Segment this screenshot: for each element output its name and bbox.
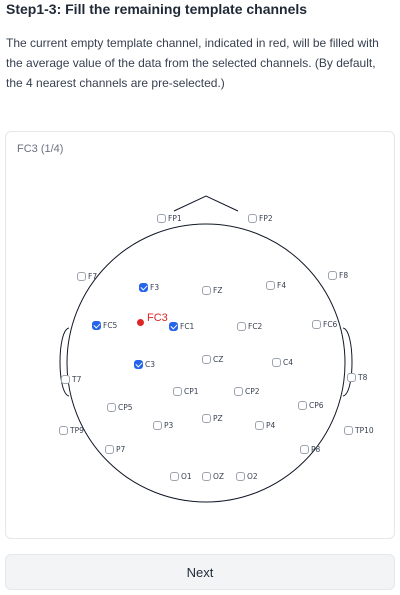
channel-label-o1: O1 bbox=[181, 472, 192, 481]
channel-label-t8: T8 bbox=[358, 373, 368, 382]
channel-checkbox-cp1[interactable] bbox=[173, 387, 182, 396]
channel-label-cp1: CP1 bbox=[184, 387, 199, 396]
channel-label-cp2: CP2 bbox=[245, 387, 260, 396]
channel-checkbox-f8[interactable] bbox=[328, 271, 337, 280]
channel-checkbox-c3[interactable] bbox=[134, 360, 143, 369]
channel-checkbox-fz[interactable] bbox=[202, 286, 211, 295]
channel-label-f4: F4 bbox=[277, 281, 287, 290]
channel-label-p7: P7 bbox=[116, 445, 126, 454]
channel-checkbox-tp10[interactable] bbox=[344, 426, 353, 435]
channel-label-fp2: FP2 bbox=[259, 214, 273, 223]
channel-label-fc5: FC5 bbox=[103, 321, 118, 330]
channel-checkbox-cp6[interactable] bbox=[298, 401, 307, 410]
channel-checkbox-f3[interactable] bbox=[139, 283, 148, 292]
step-title: Step1-3: Fill the remaining template cha… bbox=[6, 1, 308, 17]
channel-checkbox-fc5[interactable] bbox=[92, 321, 101, 330]
channel-checkbox-fc2[interactable] bbox=[237, 322, 246, 331]
channel-checkbox-fc1[interactable] bbox=[169, 322, 178, 331]
channel-checkbox-t8[interactable] bbox=[347, 373, 356, 382]
channel-checkbox-oz[interactable] bbox=[202, 472, 211, 481]
channel-label-pz: PZ bbox=[213, 414, 223, 423]
channel-checkbox-fc6[interactable] bbox=[312, 320, 321, 329]
channel-label-cp5: CP5 bbox=[118, 403, 133, 412]
channel-label-f8: F8 bbox=[339, 271, 349, 280]
channel-checkbox-o2[interactable] bbox=[236, 472, 245, 481]
channel-label-o2: O2 bbox=[247, 472, 258, 481]
target-channel-marker bbox=[137, 319, 144, 326]
channel-checkbox-c4[interactable] bbox=[272, 358, 281, 367]
channel-checkbox-p7[interactable] bbox=[105, 445, 114, 454]
channel-label-fp1: FP1 bbox=[168, 214, 182, 223]
channel-label-c4: C4 bbox=[283, 358, 294, 367]
channel-label-fc6: FC6 bbox=[323, 320, 338, 329]
target-channel-label: FC3 bbox=[147, 312, 168, 324]
channel-checkbox-pz[interactable] bbox=[202, 414, 211, 423]
channel-checkbox-cp5[interactable] bbox=[107, 403, 116, 412]
channel-label-cz: CZ bbox=[213, 355, 224, 364]
channel-label-f3: F3 bbox=[150, 283, 160, 292]
channel-label-fz: FZ bbox=[213, 286, 223, 295]
channel-checkbox-p3[interactable] bbox=[153, 421, 162, 430]
head-outline bbox=[59, 195, 353, 503]
channel-label-fc1: FC1 bbox=[180, 322, 195, 331]
channel-checkbox-p4[interactable] bbox=[255, 421, 264, 430]
channel-label-p8: P8 bbox=[311, 445, 321, 454]
channel-label-fc2: FC2 bbox=[248, 322, 263, 331]
channel-label-tp9: TP9 bbox=[70, 426, 84, 435]
channel-label-oz: OZ bbox=[213, 472, 225, 481]
channel-label-cp6: CP6 bbox=[309, 401, 324, 410]
channel-checkbox-fp1[interactable] bbox=[157, 214, 166, 223]
channel-checkbox-fp2[interactable] bbox=[248, 214, 257, 223]
channel-label-p3: P3 bbox=[164, 421, 174, 430]
channel-checkbox-f7[interactable] bbox=[77, 272, 86, 281]
channel-label-tp10: TP10 bbox=[355, 426, 374, 435]
channel-selection-panel: FC3 (1/4) FP1 FP2 F7 F8 F3 FZ F4 FC5 FC1 FC2 FC6 C3… bbox=[5, 131, 395, 539]
step-description: The current empty template channel, indi… bbox=[6, 36, 379, 90]
channel-checkbox-f4[interactable] bbox=[266, 281, 275, 290]
channel-checkbox-tp9[interactable] bbox=[59, 426, 68, 435]
channel-checkbox-p8[interactable] bbox=[300, 445, 309, 454]
channel-label-c3: C3 bbox=[145, 360, 156, 369]
channel-checkbox-cz[interactable] bbox=[202, 355, 211, 364]
channel-label-f7: F7 bbox=[88, 272, 98, 281]
channel-checkbox-cp2[interactable] bbox=[234, 387, 243, 396]
channel-label-t7: T7 bbox=[72, 375, 82, 384]
next-button[interactable]: Next bbox=[5, 554, 395, 590]
channel-checkbox-o1[interactable] bbox=[170, 472, 179, 481]
channel-label-p4: P4 bbox=[266, 421, 276, 430]
channel-checkbox-t7[interactable] bbox=[61, 375, 70, 384]
